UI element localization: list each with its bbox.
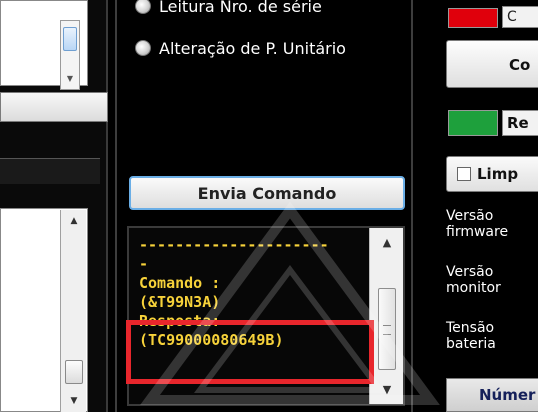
left-tab-strip bbox=[0, 158, 100, 184]
monitor-version-label: Versão monitor bbox=[446, 264, 538, 296]
firmware-version-label: Versão firmware bbox=[446, 208, 538, 240]
right-panel: C Co Re Limp Versão firmware Versão moni… bbox=[432, 0, 538, 412]
console-scroll-thumb[interactable] bbox=[378, 288, 396, 370]
send-command-button[interactable]: Envia Comando bbox=[129, 176, 405, 210]
bottom-list-scrollbar[interactable]: ▲ ▼ bbox=[60, 210, 86, 412]
green-status-label: Re bbox=[502, 110, 538, 136]
info-line: Tensão bbox=[446, 320, 495, 336]
radio-read-serial[interactable]: Leitura Nro. de série bbox=[135, 0, 322, 16]
number-button[interactable]: Númer bbox=[446, 378, 538, 412]
radio-change-unit-price[interactable]: Alteração de P. Unitário bbox=[135, 38, 346, 58]
top-list-scrollbar[interactable]: ▼ bbox=[60, 20, 80, 90]
console-line: --------------------- bbox=[139, 236, 329, 254]
connect-button[interactable]: Co bbox=[446, 40, 538, 88]
console-scrollbar[interactable]: ▲ ▼ bbox=[369, 228, 403, 404]
response-highlight bbox=[126, 320, 374, 384]
info-line: Versão bbox=[446, 208, 494, 224]
console-line: Comando : bbox=[139, 274, 221, 292]
red-status-indicator bbox=[448, 8, 498, 28]
bottom-list-scroll-thumb[interactable] bbox=[65, 360, 83, 384]
radio-icon[interactable] bbox=[135, 40, 151, 56]
left-input-bar[interactable] bbox=[0, 92, 108, 122]
chevron-up-icon[interactable]: ▲ bbox=[370, 236, 403, 249]
chevron-down-icon[interactable]: ▼ bbox=[370, 383, 403, 396]
console-line: (&T99N3A) bbox=[139, 293, 221, 311]
info-line: firmware bbox=[446, 224, 509, 240]
red-status-label: C bbox=[502, 6, 538, 28]
chevron-down-icon[interactable]: ▼ bbox=[61, 396, 87, 406]
info-line: bateria bbox=[446, 336, 496, 352]
clean-toggle[interactable]: Limp bbox=[446, 156, 538, 192]
info-line: monitor bbox=[446, 280, 501, 296]
radio-label: Leitura Nro. de série bbox=[159, 0, 322, 16]
chevron-down-icon[interactable]: ▼ bbox=[61, 71, 79, 87]
left-panel: ▼ ▲ ▼ bbox=[0, 0, 108, 412]
chevron-up-icon[interactable]: ▲ bbox=[61, 216, 87, 226]
radio-icon[interactable] bbox=[135, 0, 151, 14]
battery-voltage-label: Tensão bateria bbox=[446, 320, 538, 352]
console-line: - bbox=[139, 255, 149, 273]
grip-icon bbox=[383, 325, 391, 335]
checkbox-icon[interactable] bbox=[457, 167, 471, 181]
info-line: Versão bbox=[446, 264, 494, 280]
clean-label: Limp bbox=[477, 165, 519, 183]
radio-label: Alteração de P. Unitário bbox=[159, 38, 346, 58]
green-status-indicator bbox=[448, 110, 498, 136]
top-list-scroll-thumb[interactable] bbox=[63, 27, 77, 51]
